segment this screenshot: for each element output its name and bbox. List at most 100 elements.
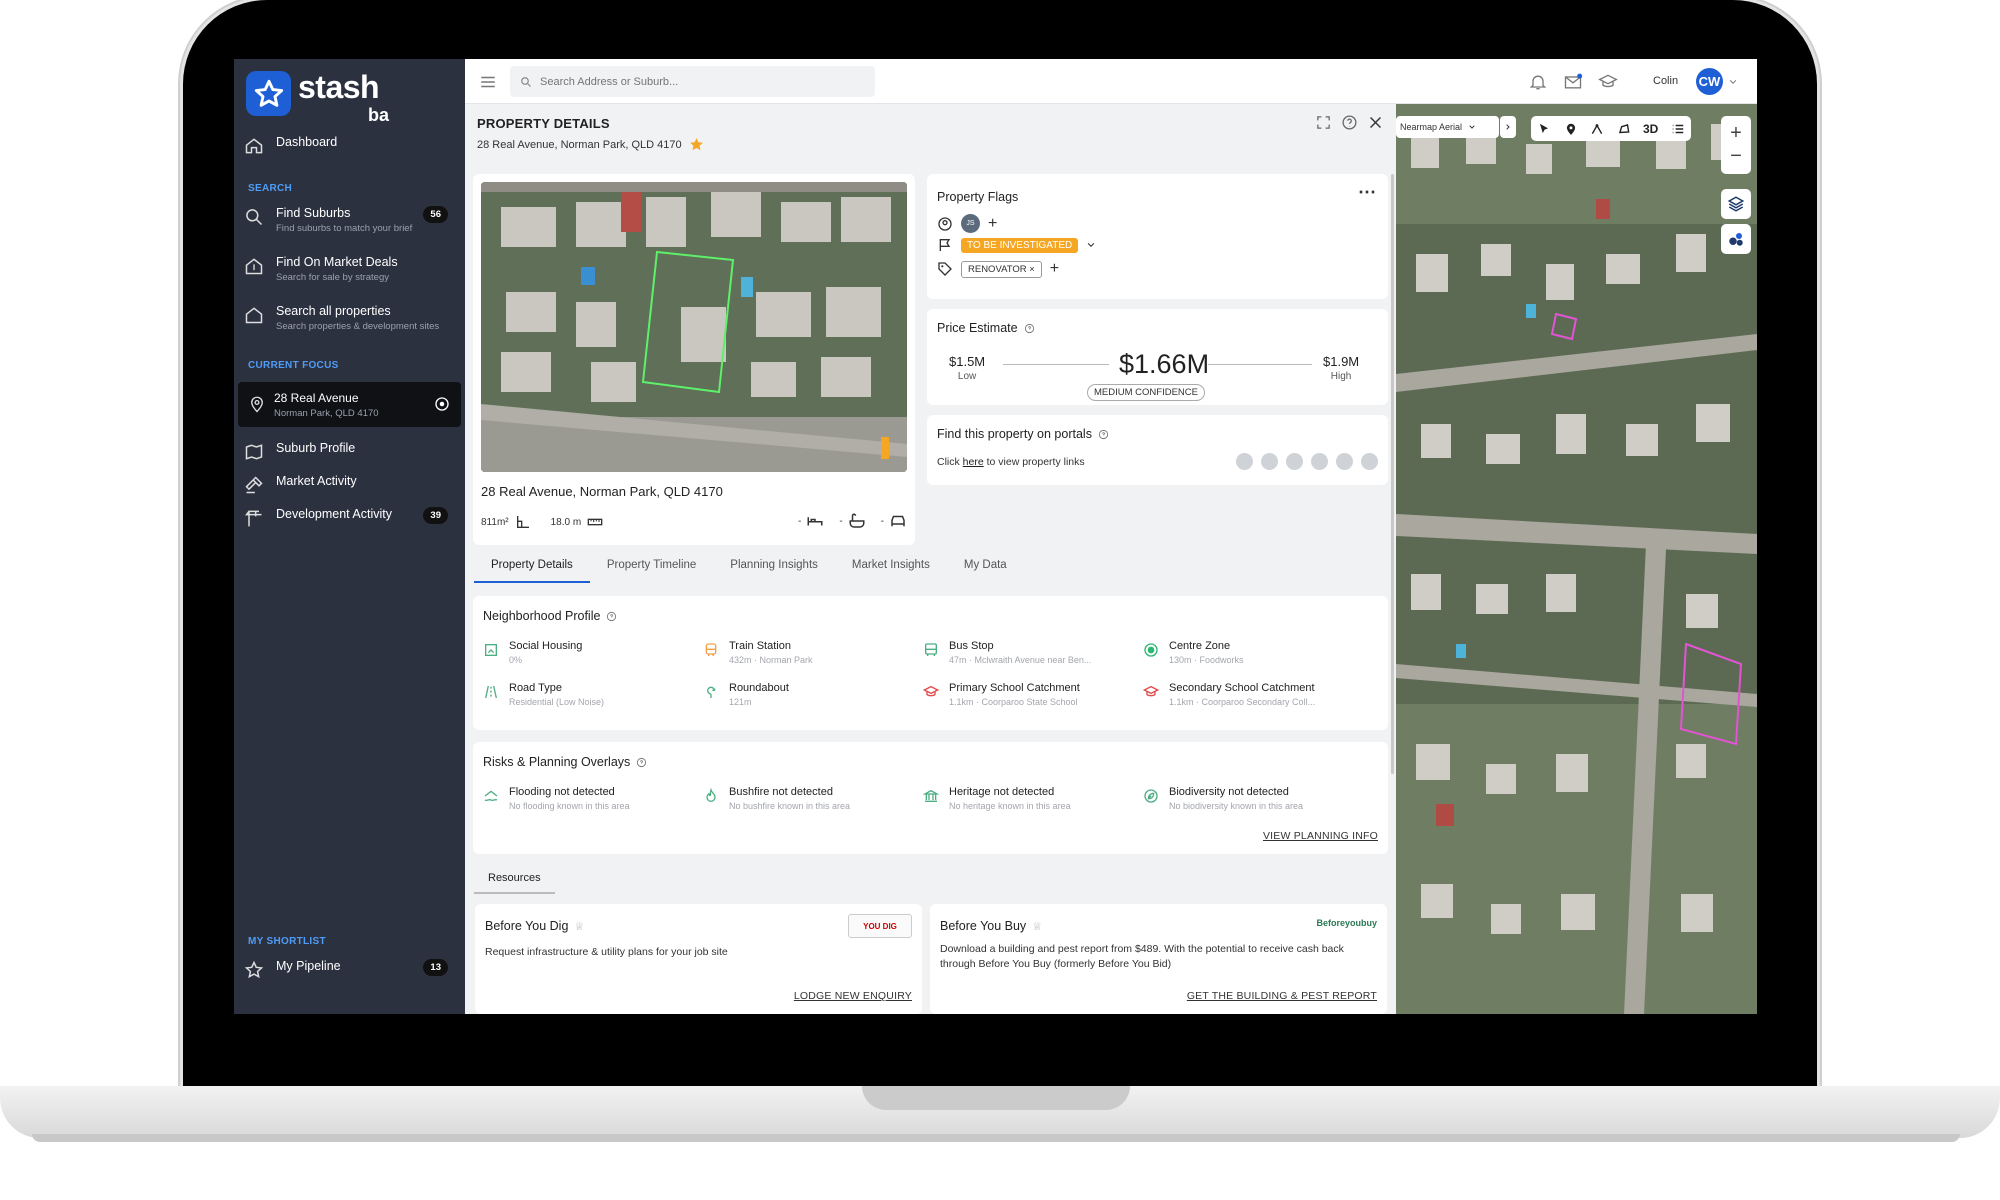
- portal-icon[interactable]: [1261, 453, 1278, 470]
- sidebar-label: Development Activity: [276, 507, 393, 521]
- portals-text-pre: Click: [937, 456, 963, 468]
- graduation-cap-icon[interactable]: [1598, 72, 1618, 92]
- tab-resources[interactable]: Resources: [474, 864, 555, 894]
- home-icon: [245, 138, 263, 154]
- chevron-down-icon[interactable]: [1086, 240, 1096, 250]
- map-toolbar: 3D: [1531, 116, 1691, 141]
- tag-chip[interactable]: RENOVATOR ×: [961, 260, 1042, 278]
- section-label-search: SEARCH: [248, 183, 293, 194]
- app-screen: stash ba Dashboard SEARCH Find Suburbs Fi…: [234, 59, 1757, 1014]
- crane-icon: [245, 510, 262, 527]
- sidebar-item-find-market-deals[interactable]: Find On Market Deals Search for sale by s…: [244, 255, 456, 283]
- sidebar-item-find-suburbs[interactable]: Find Suburbs Find suburbs to match your b…: [244, 206, 456, 234]
- cursor-icon[interactable]: [1537, 122, 1551, 136]
- user-name[interactable]: Colin: [1653, 75, 1678, 87]
- search-input[interactable]: [540, 75, 860, 88]
- heritage-icon: [923, 789, 939, 802]
- house-dollar-icon: [245, 258, 263, 275]
- user-circle-icon: [938, 216, 952, 231]
- property-card: 28 Real Avenue, Norman Park, QLD 4170 81…: [473, 174, 915, 545]
- measure-line-icon[interactable]: [1590, 122, 1604, 136]
- help-icon[interactable]: [636, 757, 647, 768]
- map-layer-select[interactable]: Nearmap Aerial: [1396, 116, 1499, 138]
- list-icon[interactable]: [1671, 122, 1685, 136]
- portal-icon[interactable]: [1236, 453, 1253, 470]
- sidebar: stash ba Dashboard SEARCH Find Suburbs Fi…: [234, 59, 465, 1014]
- favorite-star-icon[interactable]: [688, 136, 705, 153]
- tab-property-details[interactable]: Property Details: [474, 551, 590, 583]
- confidence-badge: MEDIUM CONFIDENCE: [1087, 384, 1205, 401]
- sidebar-label: Search all properties: [276, 304, 391, 318]
- help-icon[interactable]: [606, 611, 617, 622]
- risks-title-row: Risks & Planning Overlays: [483, 755, 647, 769]
- mail-icon[interactable]: [1563, 72, 1583, 92]
- zoom-out-icon[interactable]: −: [1730, 145, 1742, 168]
- sidebar-item-search-all-properties[interactable]: Search all properties Search properties &…: [244, 304, 456, 332]
- tab-planning-insights[interactable]: Planning Insights: [713, 551, 835, 581]
- logo[interactable]: stash ba: [246, 69, 456, 125]
- add-tag-icon[interactable]: +: [1050, 260, 1059, 278]
- price-estimate-card: Price Estimate $1.5M Low $1.66M $1.9M High…: [927, 309, 1388, 405]
- scrollbar[interactable]: [1391, 174, 1394, 774]
- target-icon[interactable]: [433, 395, 451, 413]
- 3d-button[interactable]: 3D: [1643, 122, 1658, 136]
- risks-planning-card: Risks & Planning Overlays Flooding not d…: [473, 742, 1388, 854]
- sidebar-item-my-pipeline[interactable]: My Pipeline 13: [244, 959, 456, 980]
- land-area: 811m²: [481, 516, 509, 528]
- tab-property-timeline[interactable]: Property Timeline: [590, 551, 713, 581]
- school-icon: [1143, 685, 1159, 697]
- remove-tag-icon[interactable]: ×: [1029, 264, 1035, 275]
- tab-my-data[interactable]: My Data: [947, 551, 1024, 581]
- search-bar[interactable]: [510, 66, 875, 97]
- price-range-line: [1003, 364, 1109, 365]
- poi-layers-icon[interactable]: [1721, 224, 1751, 254]
- aerial-map[interactable]: Nearmap Aerial 3D + −: [1396, 104, 1757, 1014]
- tab-market-insights[interactable]: Market Insights: [835, 551, 947, 581]
- portal-icon[interactable]: [1311, 453, 1328, 470]
- portal-icon[interactable]: [1336, 453, 1353, 470]
- neighborhood-profile-card: Neighborhood Profile Social Housing 0% Tr…: [473, 596, 1388, 730]
- pin-icon[interactable]: [1564, 122, 1578, 136]
- chevron-down-icon[interactable]: [1728, 77, 1738, 87]
- portals-here-link[interactable]: here: [963, 456, 984, 468]
- add-assignee-icon[interactable]: +: [988, 215, 997, 233]
- more-options-icon[interactable]: ⋯: [1358, 182, 1376, 203]
- sidebar-item-market-activity[interactable]: Market Activity: [244, 474, 456, 495]
- item-detail: 1.1km · Coorparoo State School: [949, 697, 1078, 707]
- status-badge[interactable]: TO BE INVESTIGATED: [961, 237, 1079, 253]
- help-icon[interactable]: [1341, 114, 1358, 131]
- search-icon: [521, 76, 531, 87]
- property-details-panel: PROPERTY DETAILS 28 Real Avenue, Norman …: [465, 104, 1396, 1014]
- help-icon[interactable]: [1024, 323, 1035, 334]
- crown-icon: ♕: [1032, 920, 1043, 933]
- sidebar-sublabel: Search properties & development sites: [276, 321, 440, 332]
- sidebar-item-suburb-profile[interactable]: Suburb Profile: [244, 441, 456, 462]
- portal-icon[interactable]: [1361, 453, 1378, 470]
- sidebar-item-dashboard[interactable]: Dashboard: [244, 135, 456, 156]
- get-report-link[interactable]: GET THE BUILDING & PEST REPORT: [1187, 990, 1377, 1002]
- aerial-property-image[interactable]: [481, 182, 907, 472]
- bus-icon: [925, 643, 937, 656]
- item-detail: No bushfire known in this area: [729, 801, 851, 811]
- expand-icon[interactable]: [1315, 114, 1332, 131]
- hamburger-menu-icon[interactable]: [479, 73, 497, 91]
- help-icon[interactable]: [1098, 429, 1109, 440]
- chevron-right-icon[interactable]: [1500, 116, 1516, 138]
- buy-title: Before You Buy: [940, 919, 1027, 933]
- assignee-avatar[interactable]: JS: [961, 214, 980, 233]
- sidebar-item-development-activity[interactable]: Development Activity 39: [244, 507, 456, 528]
- location-pin-icon: [251, 396, 263, 413]
- bell-icon[interactable]: [1528, 72, 1548, 92]
- lodge-enquiry-link[interactable]: LODGE NEW ENQUIRY: [794, 990, 912, 1002]
- close-icon[interactable]: [1367, 114, 1384, 131]
- avatar[interactable]: CW: [1696, 68, 1723, 95]
- view-planning-info-link[interactable]: VIEW PLANNING INFO: [1263, 830, 1378, 842]
- property-attributes: 811m² 18.0 m: [481, 514, 603, 530]
- zoom-in-icon[interactable]: +: [1730, 122, 1742, 145]
- price-mid-value: $1.66M: [1119, 349, 1210, 379]
- portal-icon[interactable]: [1286, 453, 1303, 470]
- sidebar-item-current-focus[interactable]: 28 Real Avenue Norman Park, QLD 4170: [238, 382, 461, 427]
- layers-icon[interactable]: [1721, 189, 1751, 219]
- polygon-icon[interactable]: [1617, 122, 1631, 136]
- item-detail: 0%: [509, 655, 523, 665]
